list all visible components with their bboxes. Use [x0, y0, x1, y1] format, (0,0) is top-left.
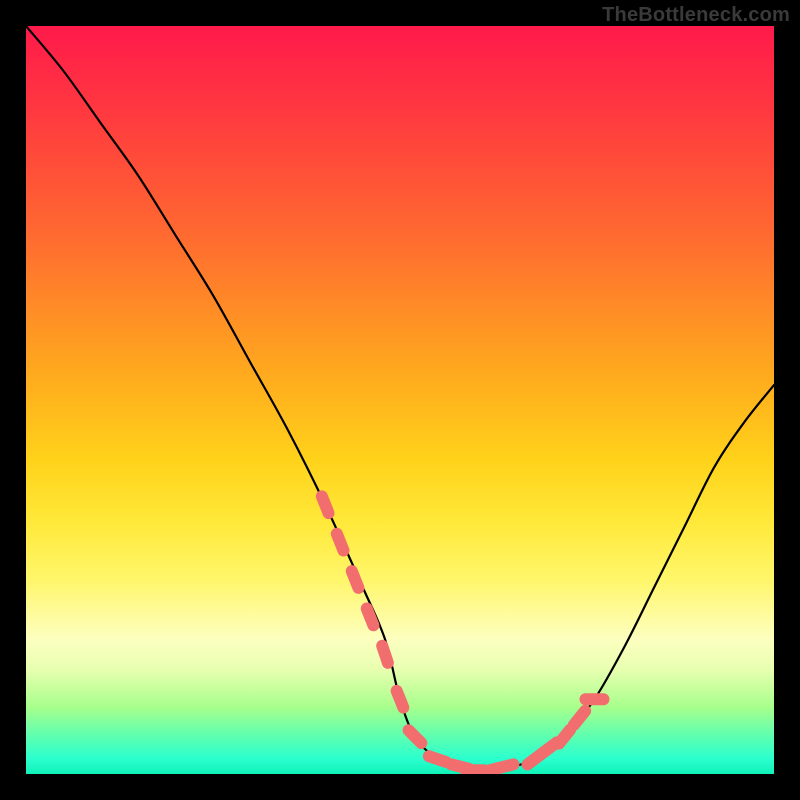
- highlight-marker: [322, 496, 329, 513]
- curve-layer: [26, 26, 774, 774]
- highlight-marker: [337, 534, 344, 551]
- highlight-marker: [382, 646, 388, 663]
- chart-frame: TheBottleneck.com: [0, 0, 800, 800]
- highlight-marker: [496, 764, 513, 768]
- highlight-marker: [429, 756, 446, 762]
- highlight-marker: [574, 711, 585, 725]
- highlight-marker: [559, 730, 570, 744]
- bottleneck-curve: [26, 26, 774, 771]
- watermark-text: TheBottleneck.com: [602, 4, 790, 27]
- highlight-marker: [397, 691, 404, 708]
- highlight-marker: [352, 571, 359, 588]
- highlight-marker: [409, 730, 422, 743]
- highlight-marker: [367, 609, 374, 626]
